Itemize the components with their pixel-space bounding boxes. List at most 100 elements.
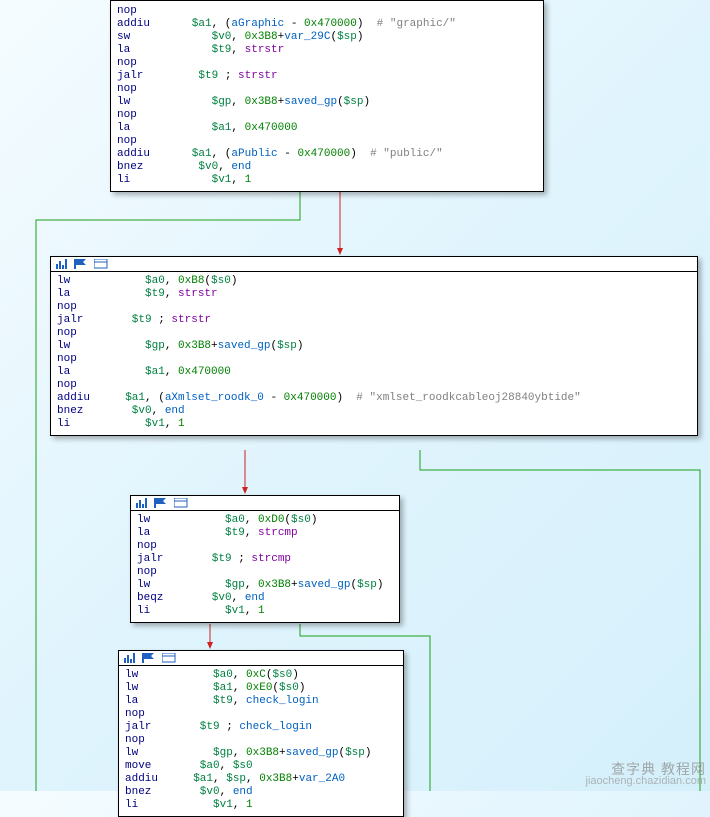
asm-line: li $v1, 1 [125, 799, 397, 812]
asm-line: addiu $a1, (aXmlset_roodk_0 - 0x470000) … [57, 392, 691, 405]
tok-mnem: addiu [125, 773, 180, 786]
asm-line: la $t9, strcmp [137, 527, 393, 540]
tok-mnem: li [137, 605, 192, 618]
tok-num: 0x470000 [304, 18, 357, 30]
tok-cmt: # "graphic/" [377, 18, 456, 30]
tok-reg: $a1 [112, 366, 165, 378]
tok-reg: $a1 [172, 122, 231, 134]
tok-mnem: lw [137, 579, 192, 592]
tok-id2: check_login [239, 721, 312, 733]
tok-cmt: # "public/" [370, 148, 443, 160]
tok-reg: $v1 [172, 174, 231, 186]
asm-line: lw $a0, 0xD0($s0) [137, 514, 393, 527]
tok-mnem: li [57, 418, 112, 431]
tok-id2: check_login [246, 695, 319, 707]
tok-mnem: la [117, 122, 172, 135]
tok-reg: $gp [112, 340, 165, 352]
tok-num: 1 [258, 605, 265, 617]
tok-mnem: nop [57, 353, 112, 366]
tok-mnem: li [117, 174, 172, 187]
tok-mnem: la [117, 44, 172, 57]
tok-mnem: nop [57, 301, 112, 314]
tok-mnem: lw [125, 747, 180, 760]
tok-reg: $s0 [279, 682, 299, 694]
tok-reg: $sp [344, 96, 364, 108]
tok-txt: , [233, 799, 246, 811]
tok-mnem: li [125, 799, 180, 812]
tok-reg: $s0 [272, 669, 292, 681]
tok-txt: ) [299, 682, 306, 694]
asm-line: la $a1, 0x470000 [57, 366, 691, 379]
window-icon [94, 259, 108, 269]
asm-line: lw $a0, 0xB8($s0) [57, 275, 691, 288]
tok-reg: $sp [357, 579, 377, 591]
tok-txt: ) [297, 340, 304, 352]
tok-id2: aXmlset_roodk_0 [165, 392, 264, 404]
bar-chart-icon [136, 498, 148, 508]
tok-reg: $t9 [172, 44, 231, 56]
tok-txt: , [220, 786, 233, 798]
asm-line: li $v1, 1 [57, 418, 691, 431]
tok-mnem: jalr [57, 314, 112, 327]
tok-reg: $sp [226, 773, 246, 785]
tok-reg: $gp [172, 96, 231, 108]
tok-reg: $gp [180, 747, 233, 759]
tok-id2: saved_gp [298, 579, 351, 591]
tok-txt: ) [336, 392, 356, 404]
tok-id2: end [233, 786, 253, 798]
tok-txt: , [231, 44, 244, 56]
tok-mnem: jalr [137, 553, 192, 566]
tok-reg: $a1 [112, 392, 145, 404]
tok-mnem: la [57, 288, 112, 301]
asm-line: lw $gp, 0x3B8+saved_gp($sp) [125, 747, 397, 760]
tok-num: 0x470000 [297, 148, 350, 160]
tok-mnem: bnez [117, 161, 172, 174]
asm-line: bnez $v0, end [125, 786, 397, 799]
tok-reg: $gp [192, 579, 245, 591]
tok-txt: ) [357, 18, 377, 30]
tok-mnem: addiu [57, 392, 112, 405]
asm-line: lw $gp, 0x3B8+saved_gp($sp) [137, 579, 393, 592]
tok-mnem: lw [57, 340, 112, 353]
tok-txt: , [231, 31, 244, 43]
tok-txt: , [165, 366, 178, 378]
tok-num: 0x470000 [284, 392, 337, 404]
tok-txt: , ( [212, 18, 232, 30]
tok-mnem: move [125, 760, 180, 773]
tok-txt: ; [152, 314, 172, 326]
tok-reg: $s0 [291, 514, 311, 526]
tok-txt: , [245, 527, 258, 539]
code-block-b1: nopaddiu $a1, (aGraphic - 0x470000) # "g… [110, 0, 544, 192]
window-icon [162, 653, 176, 663]
tok-mnem: nop [125, 734, 180, 747]
tok-mnem: jalr [125, 721, 180, 734]
tok-num: 0x3B8 [245, 96, 278, 108]
asm-line: nop [125, 734, 397, 747]
asm-line: beqz $v0, end [137, 592, 393, 605]
tok-txt: ) [311, 514, 318, 526]
code-block-b3: lw $a0, 0xD0($s0)la $t9, strcmpnopjalr $… [130, 495, 400, 623]
tok-mnem: la [125, 695, 180, 708]
tok-reg: $v0 [112, 405, 152, 417]
flag-icon [74, 259, 88, 269]
tok-txt: , [165, 340, 178, 352]
tok-reg: $a0 [112, 275, 165, 287]
tok-mnem: lw [125, 669, 180, 682]
tok-txt: , [233, 669, 246, 681]
asm-line: jalr $t9 ; strcmp [137, 553, 393, 566]
code-block-b4: lw $a0, 0xC($s0)lw $a1, 0xE0($s0)la $t9,… [118, 650, 404, 817]
tok-id: strstr [171, 314, 211, 326]
tok-txt: ) [357, 31, 364, 43]
tok-mnem: lw [117, 96, 172, 109]
asm-line: move $a0, $s0 [125, 760, 397, 773]
tok-txt: , [245, 514, 258, 526]
asm-line: nop [117, 5, 537, 18]
watermark: 查字典 教程网 jiaocheng.chazidian.com [586, 763, 706, 787]
tok-mnem: lw [125, 682, 180, 695]
tok-reg: $a0 [192, 514, 245, 526]
tok-mnem: nop [117, 83, 172, 96]
asm-line: bnez $v0, end [57, 405, 691, 418]
tok-id2: saved_gp [218, 340, 271, 352]
tok-reg: $v1 [112, 418, 165, 430]
tok-mnem: lw [57, 275, 112, 288]
